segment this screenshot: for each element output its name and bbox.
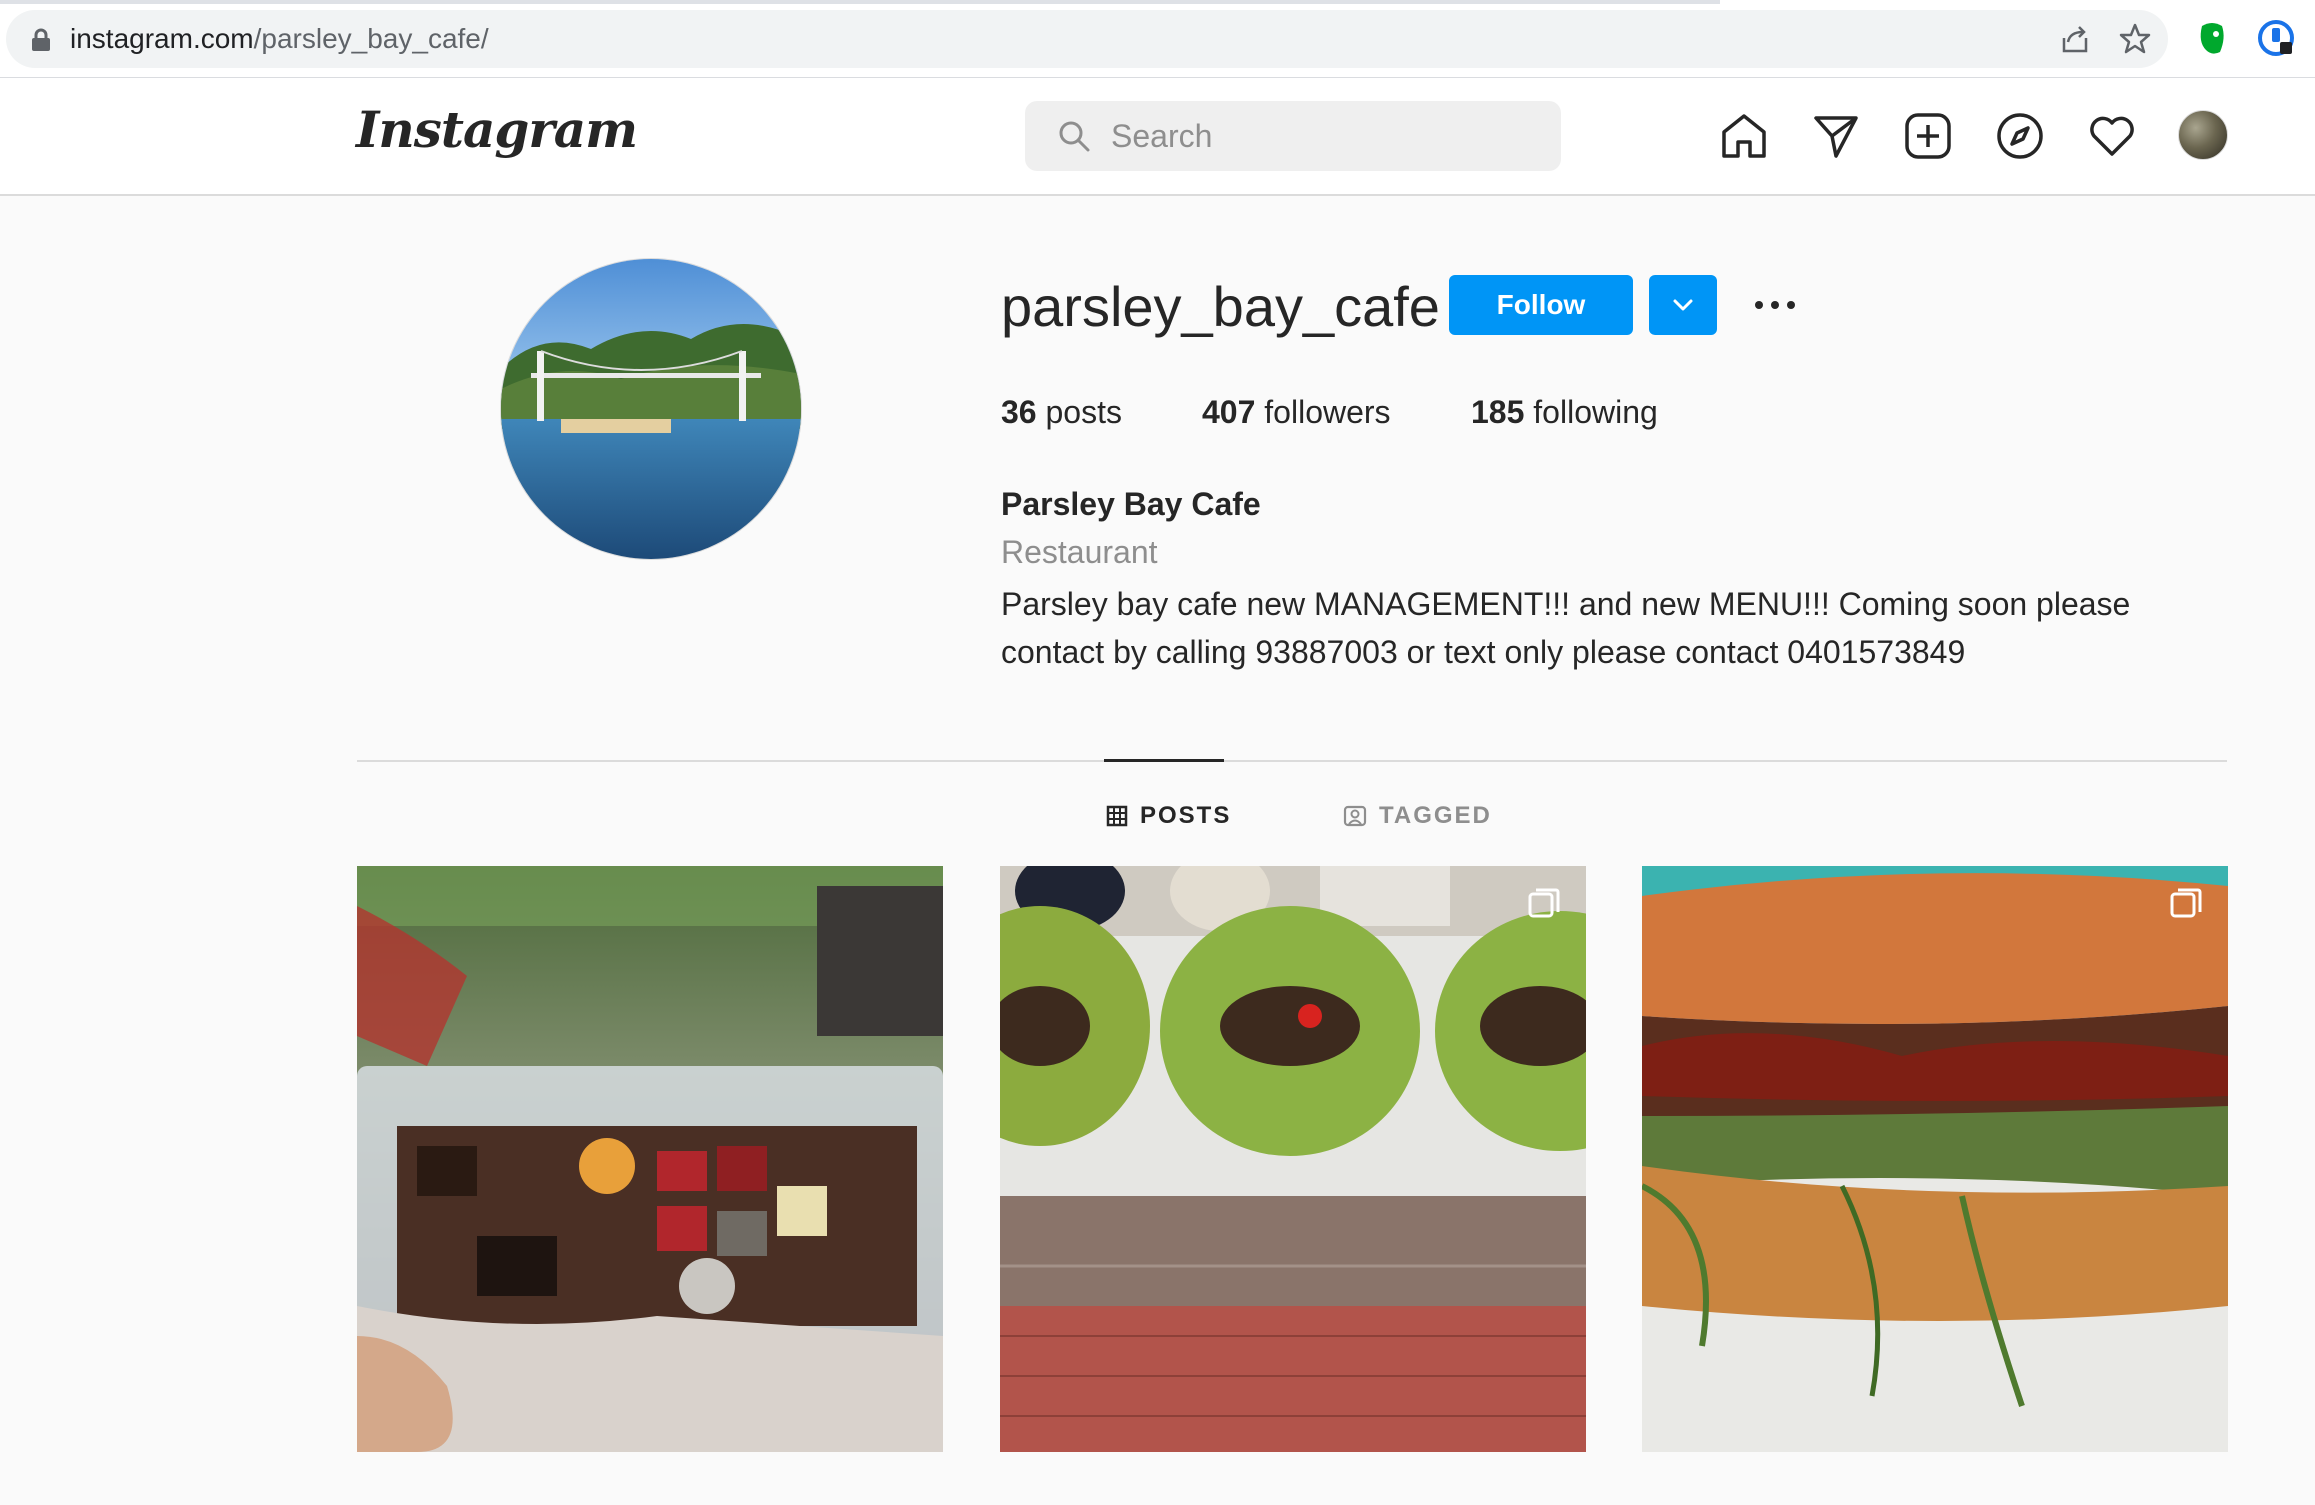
post-image (1000, 866, 1586, 1452)
suggested-accounts-button[interactable] (1649, 275, 1717, 335)
address-bar[interactable]: instagram.com/parsley_bay_cafe/ (6, 10, 2168, 68)
share-icon[interactable] (2056, 20, 2094, 58)
following-label: following (1533, 394, 1658, 430)
url-path: /parsley_bay_cafe/ (253, 23, 489, 54)
password-manager-extension-icon[interactable] (2256, 18, 2296, 58)
tab-strip-edge (0, 0, 1720, 4)
user-avatar[interactable] (2178, 110, 2228, 160)
more-options-icon[interactable] (1748, 285, 1802, 325)
active-tab-indicator (1104, 759, 1224, 762)
profile-username: parsley_bay_cafe (1001, 275, 1440, 338)
evernote-extension-icon[interactable] (2192, 18, 2232, 58)
grid-icon (1106, 805, 1128, 827)
profile-category: Restaurant (1001, 534, 1158, 570)
multiple-photos-icon (2170, 888, 2202, 918)
following-count: 185 (1471, 394, 1525, 430)
explore-compass-icon[interactable] (1994, 110, 2046, 162)
browser-toolbar: instagram.com/parsley_bay_cafe/ (0, 0, 2315, 78)
post-thumbnail-wraps[interactable] (1000, 866, 1586, 1452)
home-icon[interactable] (1718, 110, 1770, 162)
lock-icon[interactable] (30, 28, 52, 52)
post-thumbnail-chocolates[interactable] (357, 866, 943, 1452)
follow-button[interactable]: Follow (1449, 275, 1633, 335)
tab-posts-label: POSTS (1140, 802, 1232, 829)
instagram-logo[interactable]: Instagram (356, 100, 638, 159)
instagram-header: Instagram (0, 78, 2315, 196)
url-domain: instagram.com (70, 23, 254, 54)
direct-messages-icon[interactable] (1810, 110, 1862, 162)
new-post-icon[interactable] (1902, 110, 1954, 162)
followers-label: followers (1264, 394, 1391, 430)
search-box[interactable] (1025, 101, 1561, 171)
tab-tagged-label: TAGGED (1379, 802, 1492, 829)
tagged-icon (1343, 805, 1367, 827)
tab-tagged[interactable]: TAGGED (1343, 798, 1492, 834)
profile-picture[interactable] (500, 258, 802, 560)
posts-count-stat: 36 posts (1001, 394, 1122, 431)
activity-heart-icon[interactable] (2086, 110, 2138, 162)
url-text[interactable]: instagram.com/parsley_bay_cafe/ (70, 20, 489, 58)
posts-label: posts (1045, 394, 1122, 430)
tabs-divider (357, 760, 2227, 762)
chevron-down-icon (1673, 299, 1693, 311)
search-input[interactable] (1111, 101, 1541, 171)
posts-count: 36 (1001, 394, 1037, 430)
profile-picture-image (501, 259, 801, 559)
following-stat[interactable]: 185 following (1471, 394, 1658, 431)
post-thumbnail-steak-sandwich[interactable] (1642, 866, 2228, 1452)
post-image (357, 866, 943, 1452)
bookmark-star-icon[interactable] (2116, 20, 2154, 58)
profile-display-name: Parsley Bay Cafe (1001, 486, 1261, 522)
multiple-photos-icon (1528, 888, 1560, 918)
tab-posts[interactable]: POSTS (1106, 798, 1231, 834)
followers-count: 407 (1202, 394, 1256, 430)
search-icon (1059, 121, 1090, 152)
profile-bio: Parsley bay cafe new MANAGEMENT!!! and n… (1001, 586, 2131, 670)
followers-stat[interactable]: 407 followers (1202, 394, 1391, 431)
post-image (1642, 866, 2228, 1452)
